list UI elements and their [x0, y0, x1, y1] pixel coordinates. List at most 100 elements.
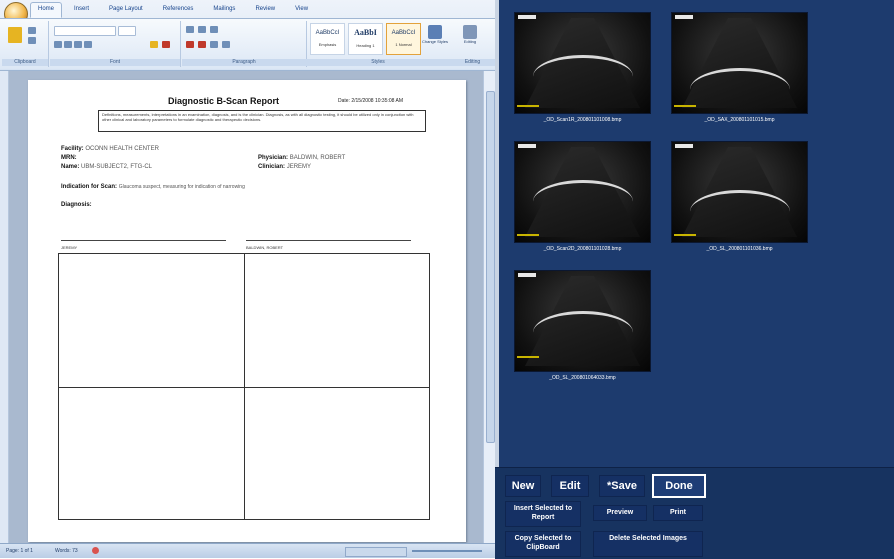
- align-left-icon[interactable]: [186, 41, 194, 48]
- zoom-slider[interactable]: [412, 550, 482, 552]
- insert-selected-button[interactable]: Insert Selected to Report: [505, 501, 581, 527]
- mrn-field: MRN:: [61, 155, 77, 161]
- vertical-scrollbar[interactable]: [483, 71, 495, 543]
- new-button[interactable]: New: [505, 475, 541, 497]
- save-button[interactable]: *Save: [599, 475, 645, 497]
- group-styles: Styles: [306, 21, 450, 67]
- highlight-icon[interactable]: [150, 41, 158, 48]
- image-thumbnail-4[interactable]: _OD_SL_200801101036.bmp: [671, 141, 808, 252]
- scan-echo: [533, 311, 633, 354]
- underline-icon[interactable]: [74, 41, 82, 48]
- name-value: UBM-SUBJECT2, FTG-CL: [81, 164, 153, 170]
- bullets-icon[interactable]: [186, 26, 194, 33]
- print-button[interactable]: Print: [653, 505, 703, 521]
- proofing-error-icon[interactable]: [92, 547, 99, 554]
- signature-right: BALDWIN, ROBERT: [246, 240, 411, 250]
- image-filename: _OD_Scan2D_200801101028.bmp: [543, 246, 622, 252]
- scrollbar-thumb[interactable]: [486, 91, 495, 443]
- ultrasound-image: [514, 12, 651, 114]
- diagnosis-field: Diagnosis:: [61, 202, 92, 208]
- word-count: Words: 73: [55, 548, 78, 554]
- scan-tag: [518, 15, 536, 19]
- scan-echo: [690, 190, 790, 233]
- ultrasound-image: [671, 141, 808, 243]
- ultrasound-image: [671, 12, 808, 114]
- preview-button[interactable]: Preview: [593, 505, 647, 521]
- document-page[interactable]: Diagnostic B-Scan Report Date: 2/15/2008…: [28, 80, 466, 542]
- tab-view[interactable]: View: [287, 2, 316, 18]
- edit-button[interactable]: Edit: [551, 475, 589, 497]
- ribbon-tabs: Home Insert Page Layout References Maili…: [30, 2, 316, 18]
- scan-marker: [674, 234, 696, 236]
- image-thumbnail-3[interactable]: _OD_Scan2D_200801101028.bmp: [514, 141, 651, 252]
- ribbon-body: Clipboard Font Paragraph AaBbCcI Emphasi…: [0, 18, 495, 69]
- image-thumbnail-5[interactable]: _OD_SL_200801064033.bmp: [514, 270, 651, 381]
- bold-icon[interactable]: [54, 41, 62, 48]
- facility-label: Facility:: [61, 146, 84, 152]
- group-label-paragraph: Paragraph: [182, 59, 306, 66]
- scan-marker: [517, 234, 539, 236]
- scan-echo: [533, 55, 633, 98]
- group-editing: Editing: [450, 21, 495, 67]
- image-viewer-panel: _OD_Scan1R_200801101008.bmp _OD_SAX_2008…: [495, 0, 894, 559]
- multilevel-list-icon[interactable]: [210, 26, 218, 33]
- group-label-clipboard: Clipboard: [2, 59, 48, 66]
- copy-to-clipboard-button[interactable]: Copy Selected to ClipBoard: [505, 531, 581, 557]
- physician-field: Physician: BALDWIN, ROBERT: [258, 155, 345, 161]
- grid-divider-horizontal: [59, 387, 429, 388]
- group-clipboard: Clipboard: [2, 21, 49, 67]
- tab-references[interactable]: References: [155, 2, 202, 18]
- facility-field: Facility: OCONN HEALTH CENTER: [61, 146, 159, 152]
- done-button[interactable]: Done: [652, 474, 706, 498]
- clinician-label: Clinician:: [258, 164, 286, 170]
- clinician-field: Clinician: JEREMY: [258, 164, 311, 170]
- image-filename: _OD_SL_200801064033.bmp: [549, 375, 616, 381]
- numbering-icon[interactable]: [198, 26, 206, 33]
- image-grid-table[interactable]: [58, 253, 430, 520]
- tab-review[interactable]: Review: [247, 2, 283, 18]
- view-buttons[interactable]: [345, 547, 407, 557]
- diagnosis-label: Diagnosis:: [61, 202, 92, 208]
- align-right-icon[interactable]: [210, 41, 218, 48]
- copy-icon[interactable]: [28, 37, 36, 44]
- report-title: Diagnostic B-Scan Report: [168, 96, 280, 106]
- page-count: Page: 1 of 1: [6, 548, 33, 554]
- font-name-select[interactable]: [54, 26, 116, 36]
- scan-tag: [675, 144, 693, 148]
- italic-icon[interactable]: [64, 41, 72, 48]
- viewer-controls: New Edit *Save Done Insert Selected to R…: [495, 467, 894, 559]
- physician-value: BALDWIN, ROBERT: [289, 155, 346, 161]
- name-field: Name: UBM-SUBJECT2, FTG-CL: [61, 164, 152, 170]
- scan-echo: [690, 68, 790, 111]
- delete-selected-button[interactable]: Delete Selected Images: [593, 531, 703, 557]
- image-filename: _OD_SAX_200801101015.bmp: [704, 117, 775, 123]
- group-label-editing: Editing: [450, 59, 495, 66]
- scan-marker: [517, 105, 539, 107]
- strikethrough-icon[interactable]: [84, 41, 92, 48]
- tab-insert[interactable]: Insert: [66, 2, 97, 18]
- image-thumbnail-1[interactable]: _OD_Scan1R_200801101008.bmp: [514, 12, 651, 123]
- tab-page-layout[interactable]: Page Layout: [101, 2, 151, 18]
- report-date: Date: 2/15/2008 10:35:08 AM: [338, 98, 404, 104]
- indication-value: Glaucoma suspect, measuring for indicati…: [118, 184, 245, 190]
- font-size-select[interactable]: [118, 26, 136, 36]
- image-thumbnail-2[interactable]: _OD_SAX_200801101015.bmp: [671, 12, 808, 123]
- scan-marker: [517, 356, 539, 358]
- image-filename: _OD_SL_200801101036.bmp: [706, 246, 773, 252]
- tab-mailings[interactable]: Mailings: [205, 2, 243, 18]
- group-label-font: Font: [50, 59, 180, 66]
- paste-icon[interactable]: [8, 27, 22, 43]
- cut-icon[interactable]: [28, 27, 36, 34]
- tab-home[interactable]: Home: [30, 2, 63, 18]
- font-color-icon[interactable]: [162, 41, 170, 48]
- physician-label: Physician:: [258, 155, 289, 161]
- align-center-icon[interactable]: [198, 41, 206, 48]
- scan-tag: [675, 15, 693, 19]
- vertical-ruler: [0, 71, 9, 543]
- indication-field: Indication for Scan: Glaucoma suspect, m…: [61, 184, 245, 190]
- ribbon: Home Insert Page Layout References Maili…: [0, 0, 495, 71]
- name-label: Name:: [61, 164, 80, 170]
- justify-icon[interactable]: [222, 41, 230, 48]
- indication-label: Indication for Scan:: [61, 184, 118, 190]
- clinician-value: JEREMY: [286, 164, 312, 170]
